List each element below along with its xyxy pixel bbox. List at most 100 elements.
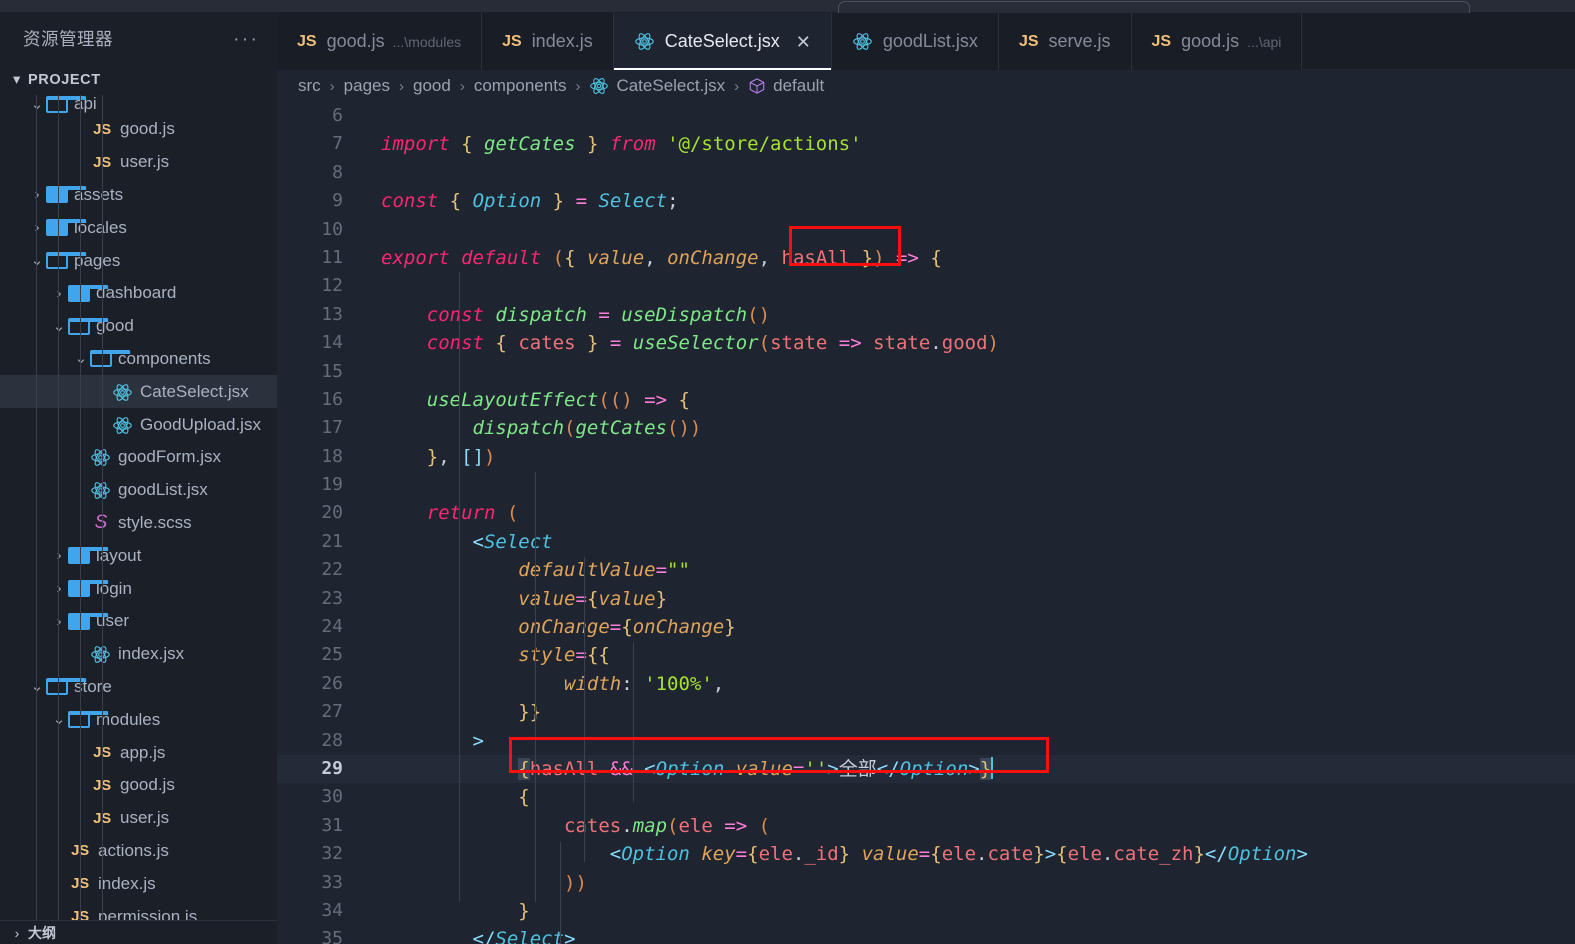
tree-item-label: actions.js — [98, 840, 169, 860]
close-icon[interactable]: ✕ — [796, 33, 811, 51]
tree-item-goodform-jsx[interactable]: ›goodForm.jsx — [0, 441, 277, 474]
code-line-6[interactable]: 6 — [277, 102, 1575, 130]
code-line-23[interactable]: 23 value={value} — [277, 585, 1575, 613]
folder-open-icon — [68, 317, 109, 335]
line-number: 11 — [321, 246, 343, 268]
tree-item-assets[interactable]: › assets — [0, 179, 277, 212]
code-line-21[interactable]: 21 <Select — [277, 528, 1575, 556]
editor-indent-guide — [459, 272, 460, 902]
tree-item-good-js[interactable]: ›JSgood.js — [0, 113, 277, 146]
code-line-9[interactable]: 9 const { Option } = Select; — [277, 187, 1575, 215]
code-line-12[interactable]: 12 — [277, 272, 1575, 300]
breadcrumb-item-good[interactable]: good — [413, 76, 451, 96]
tree-item-login[interactable]: › login — [0, 572, 277, 605]
line-number: 28 — [321, 729, 343, 751]
code-line-22[interactable]: 22 defaultValue="" — [277, 556, 1575, 584]
tree-item-app-js[interactable]: ›JSapp.js — [0, 736, 277, 769]
tree-item-modules[interactable]: ⌄modules — [0, 703, 277, 736]
code-line-17[interactable]: 17 dispatch(getCates()) — [277, 414, 1575, 442]
tree-item-dashboard[interactable]: › dashboard — [0, 277, 277, 310]
tab-label: index.js — [531, 31, 593, 51]
code-line-29[interactable]: 29 {hasAll && <Option value=''>全部</Optio… — [277, 754, 1575, 784]
tree-item-style-scss[interactable]: ›Sstyle.scss — [0, 507, 277, 540]
code-line-14[interactable]: 14 const { cates } = useSelector(state =… — [277, 329, 1575, 357]
code-line-26[interactable]: 26 width: '100%', — [277, 670, 1575, 698]
code-line-33[interactable]: 33 )) — [277, 869, 1575, 897]
code-line-7[interactable]: 7 import { getCates } from '@/store/actio… — [277, 130, 1575, 158]
tree-item-index-jsx[interactable]: ›index.jsx — [0, 638, 277, 671]
breadcrumb-item-cateselect-jsx[interactable]: CateSelect.jsx — [589, 76, 725, 96]
tree-item-user-js[interactable]: ›JSuser.js — [0, 146, 277, 179]
line-number: 20 — [321, 502, 343, 524]
outline-section-header[interactable]: › 大纲 — [0, 920, 277, 944]
tree-item-user-js[interactable]: ›JSuser.js — [0, 802, 277, 835]
editor-tab-cateselect-jsx[interactable]: CateSelect.jsx ✕ — [613, 13, 832, 70]
breadcrumb-separator: › — [459, 77, 465, 95]
code-line-text: </Select> — [472, 928, 576, 944]
code-line-28[interactable]: 28 > — [277, 727, 1575, 755]
code-line-18[interactable]: 18 }, []) — [277, 443, 1575, 471]
tree-item-pages[interactable]: ⌄pages — [0, 244, 277, 277]
editor-tab-index-js[interactable]: JS index.js — [482, 13, 614, 70]
tab-label: CateSelect.jsx — [664, 31, 780, 51]
code-line-10[interactable]: 10 — [277, 216, 1575, 244]
tree-item-index-js[interactable]: ›JSindex.js — [0, 867, 277, 900]
tree-item-store[interactable]: ⌄store — [0, 671, 277, 704]
tree-item-locales[interactable]: › locales — [0, 211, 277, 244]
code-line-34[interactable]: 34 } — [277, 897, 1575, 925]
tree-item-user[interactable]: › user — [0, 605, 277, 638]
tab-label: good.js — [326, 31, 385, 51]
more-actions-icon[interactable]: ··· — [233, 29, 259, 49]
tree-item-goodlist-jsx[interactable]: ›goodList.jsx — [0, 474, 277, 507]
tree-item-cateselect-jsx[interactable]: ›CateSelect.jsx — [0, 375, 277, 409]
code-line-text: return ( — [426, 502, 519, 525]
code-line-8[interactable]: 8 — [277, 159, 1575, 187]
code-line-30[interactable]: 30 { — [277, 783, 1575, 811]
editor-tab-goodlist-jsx[interactable]: goodList.jsx — [831, 13, 999, 70]
breadcrumb-item-pages[interactable]: pages — [344, 76, 390, 96]
tree-item-label: app.js — [120, 742, 166, 762]
code-line-27[interactable]: 27 }} — [277, 698, 1575, 726]
code-line-13[interactable]: 13 const dispatch = useDispatch() — [277, 301, 1575, 329]
tree-item-label: GoodUpload.jsx — [140, 414, 261, 434]
code-line-15[interactable]: 15 — [277, 358, 1575, 386]
tree-item-good[interactable]: ⌄good — [0, 310, 277, 343]
tree-item-label: user.js — [120, 808, 170, 828]
breadcrumb-item-components[interactable]: components — [474, 76, 567, 96]
tree-item-goodupload-jsx[interactable]: ›GoodUpload.jsx — [0, 408, 277, 441]
code-line-35[interactable]: 35 </Select> — [277, 925, 1575, 944]
code-line-19[interactable]: 19 — [277, 471, 1575, 499]
tree-item-good-js[interactable]: ›JSgood.js — [0, 769, 277, 802]
code-line-31[interactable]: 31 cates.map(ele => ( — [277, 812, 1575, 840]
editor-indent-guide — [535, 472, 536, 902]
project-section-label: PROJECT — [28, 71, 101, 88]
breadcrumb-separator: › — [575, 77, 581, 95]
editor-indent-guide — [584, 557, 585, 862]
project-section-header[interactable]: ▾ PROJECT — [0, 64, 277, 95]
editor-tab-serve-js[interactable]: JS serve.js — [998, 13, 1132, 70]
code-line-16[interactable]: 16 useLayoutEffect(() => { — [277, 386, 1575, 414]
code-line-25[interactable]: 25 style={{ — [277, 641, 1575, 669]
editor-tab-good-js[interactable]: JS good.js ...\api — [1131, 13, 1303, 70]
breadcrumb-label: default — [773, 76, 825, 95]
folder-icon — [68, 547, 109, 565]
tree-item-layout[interactable]: › layout — [0, 539, 277, 572]
code-surface[interactable]: 6 7 import { getCates } from '@/store/acti… — [277, 102, 1575, 944]
breadcrumb-item-default[interactable]: default — [748, 76, 824, 96]
tree-item-api[interactable]: ⌄api — [0, 94, 277, 113]
code-line-20[interactable]: 20 return ( — [277, 499, 1575, 527]
tree-item-actions-js[interactable]: ›JSactions.js — [0, 835, 277, 868]
tree-indent-guide — [36, 95, 37, 933]
chevron-down-icon: ⌄ — [50, 319, 68, 334]
code-line-11[interactable]: 11 export default ({ value, onChange, has… — [277, 244, 1575, 272]
line-number: 34 — [321, 899, 343, 921]
editor-tab-good-js[interactable]: JS good.js ...\modules — [277, 13, 483, 70]
line-number: 19 — [321, 474, 343, 496]
breadcrumb-item-src[interactable]: src — [298, 76, 321, 96]
tree-item-components[interactable]: ⌄components — [0, 343, 277, 376]
line-number: 24 — [321, 616, 343, 638]
code-editor[interactable]: 6 7 import { getCates } from '@/store/acti… — [277, 102, 1575, 944]
code-line-32[interactable]: 32 <Option key={ele._id} value={ele.cate… — [277, 840, 1575, 868]
chevron-down-icon: ⌄ — [72, 351, 90, 366]
code-line-24[interactable]: 24 onChange={onChange} — [277, 613, 1575, 641]
